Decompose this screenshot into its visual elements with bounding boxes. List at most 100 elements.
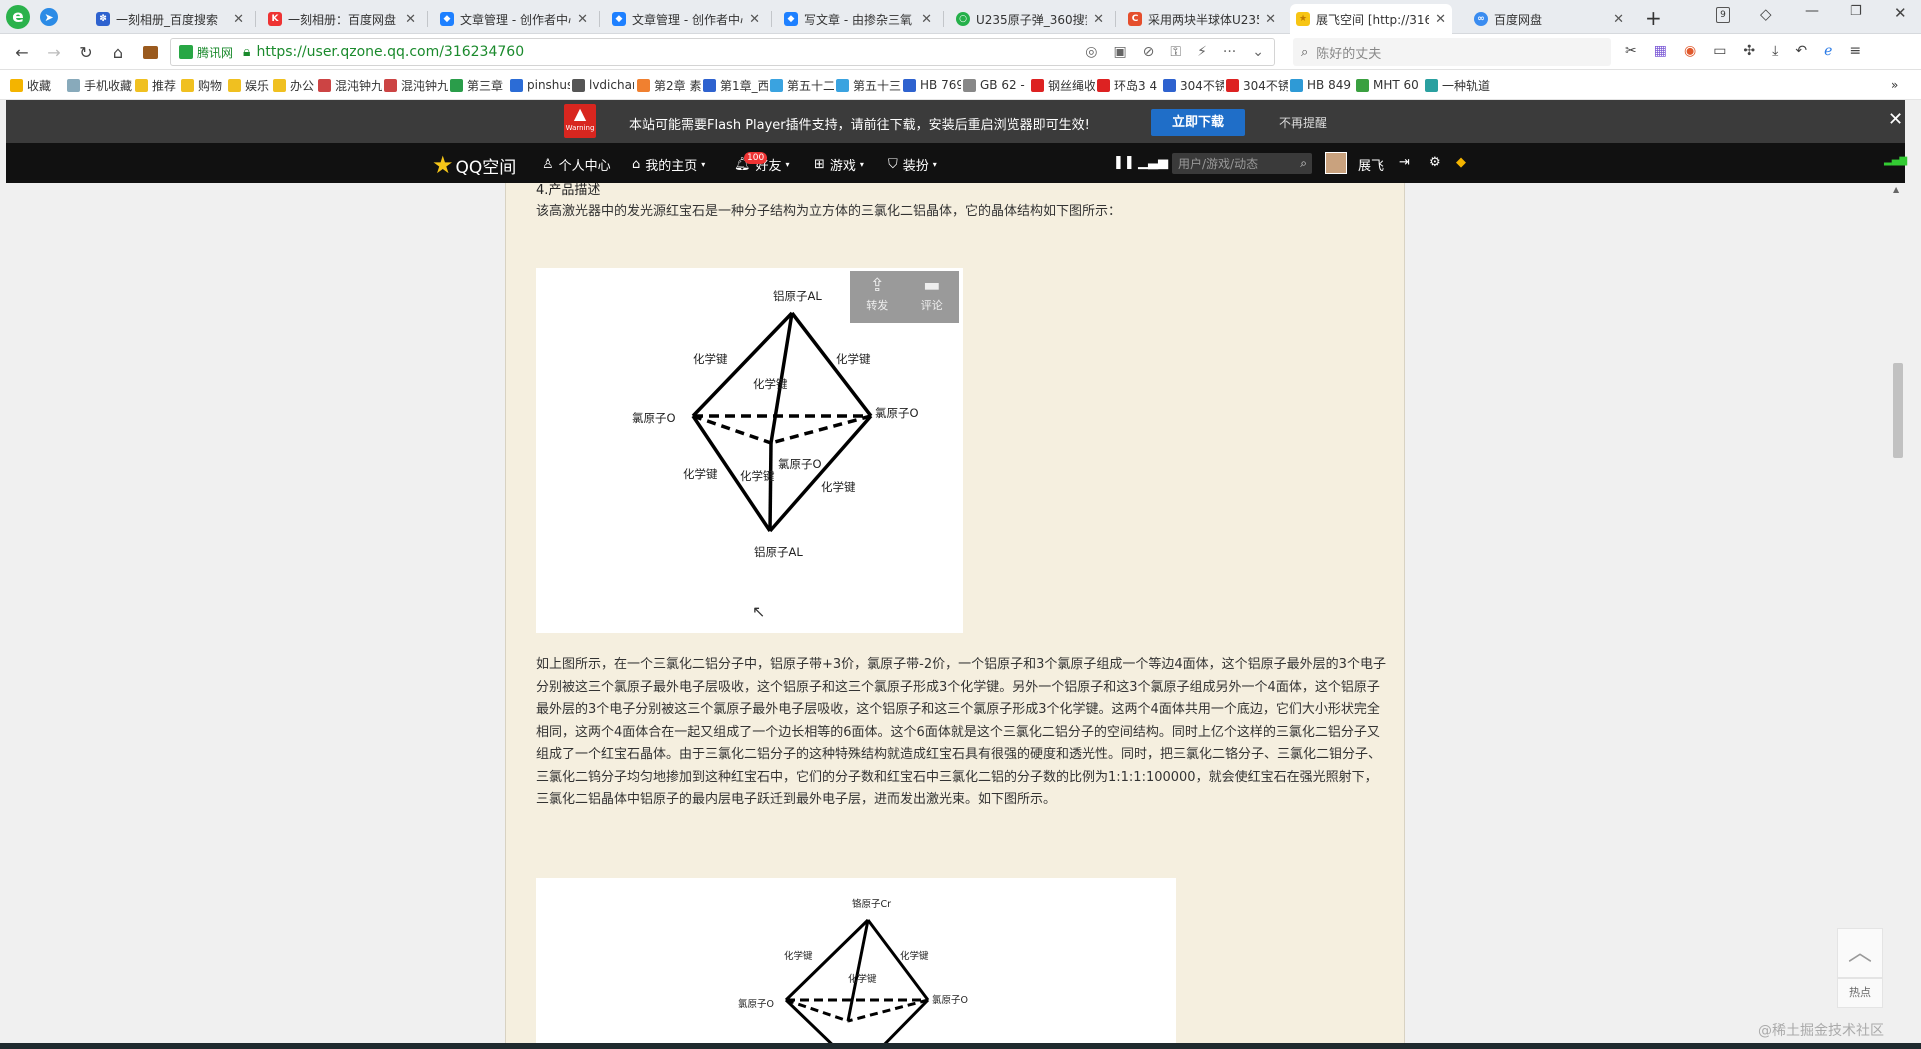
- bookmark-item[interactable]: 娱乐: [228, 76, 272, 94]
- back-icon[interactable]: ←: [12, 42, 32, 62]
- close-icon[interactable]: ✕: [1093, 12, 1104, 27]
- new-tab-icon[interactable]: +: [1645, 6, 1662, 30]
- bookmark-item[interactable]: 混沌钟九: [384, 76, 448, 94]
- vip-diamond-icon[interactable]: ◆: [1456, 155, 1466, 170]
- tab-1[interactable]: ✽ 一刻相册_百度搜索 ✕: [90, 4, 250, 34]
- logout-icon[interactable]: ⇥: [1399, 155, 1410, 170]
- sidebar-icon[interactable]: ▭: [1713, 43, 1726, 59]
- close-icon[interactable]: ✕: [1613, 12, 1624, 27]
- bookmark-item[interactable]: 混沌钟九: [318, 76, 382, 94]
- browser-logo-icon[interactable]: e: [6, 5, 30, 29]
- translate-icon[interactable]: ▦: [1654, 43, 1667, 59]
- tab-9[interactable]: ∞ 百度网盘 ✕: [1468, 4, 1630, 34]
- close-icon[interactable]: ✕: [1435, 12, 1446, 27]
- nav-games[interactable]: ⊞ 游戏 ▾: [814, 155, 864, 174]
- pause-music-icon[interactable]: ❚❚: [1113, 155, 1135, 170]
- bookmark-item[interactable]: pinshus: [510, 76, 570, 94]
- nav-dressup[interactable]: ⛉ 装扮 ▾: [888, 155, 937, 174]
- bookmark-item[interactable]: 购物: [181, 76, 226, 94]
- bookmark-item[interactable]: 304不锈: [1163, 76, 1224, 94]
- user-name[interactable]: 展飞: [1358, 155, 1384, 174]
- vertical-scrollbar[interactable]: ▲: [1891, 183, 1905, 1043]
- back-to-top-button[interactable]: ︿: [1837, 928, 1883, 978]
- hot-button[interactable]: 热点: [1837, 978, 1883, 1008]
- bookmark-item[interactable]: 手机收藏夹: [67, 76, 132, 94]
- url-text[interactable]: https://user.qzone.qq.com/316234760: [256, 44, 524, 60]
- bookmark-item[interactable]: HB 849: [1290, 76, 1354, 94]
- settings-icon[interactable]: ⚙: [1429, 155, 1441, 170]
- share-button[interactable]: ⇪ 转发: [850, 271, 905, 323]
- bookmark-item[interactable]: MHT 60: [1356, 76, 1422, 94]
- more-bookmarks-icon[interactable]: »: [1891, 76, 1898, 94]
- skin-icon[interactable]: ◇: [1760, 5, 1772, 23]
- dismiss-link[interactable]: 不再提醒: [1279, 114, 1327, 131]
- compass-icon[interactable]: ⊘: [1143, 44, 1155, 60]
- window-close-icon[interactable]: ✕: [1894, 4, 1907, 22]
- download-now-button[interactable]: 立即下载: [1151, 109, 1245, 136]
- restore-icon[interactable]: ❐: [1850, 4, 1862, 19]
- game-icon[interactable]: ◉: [1684, 43, 1696, 59]
- undo-icon[interactable]: ↶: [1795, 43, 1807, 59]
- bookmark-item[interactable]: 第三章: [450, 76, 508, 94]
- tab-2[interactable]: K 一刻相册：百度网盘 ✕: [262, 4, 422, 34]
- bookmark-item[interactable]: 推荐: [135, 76, 180, 94]
- close-icon[interactable]: ✕: [749, 12, 760, 27]
- scissors-icon[interactable]: ✂: [1625, 43, 1637, 59]
- target-icon[interactable]: ◎: [1085, 44, 1097, 60]
- qzone-search-input[interactable]: 用户/游戏/动态 ⌕: [1172, 153, 1312, 174]
- bookmark-item[interactable]: 一种轨道: [1425, 76, 1515, 94]
- chromium-structure-diagram[interactable]: 铬原子Cr 氯原子O 氯原子O 化学键 化学键 化学键: [536, 878, 1176, 1043]
- bookmark-item[interactable]: 304不锈: [1226, 76, 1288, 94]
- close-icon[interactable]: ✕: [921, 12, 932, 27]
- bookmark-item[interactable]: 第2章 素: [637, 76, 701, 94]
- tab-count-icon[interactable]: 9: [1716, 7, 1730, 23]
- bookmark-item[interactable]: 第五十二: [770, 76, 834, 94]
- ie-icon[interactable]: ℯ: [1824, 43, 1832, 59]
- tab-7[interactable]: C 采用两块半球体U235 ✕: [1122, 4, 1282, 34]
- url-bar[interactable]: 腾讯网 🔒︎ https://user.qzone.qq.com/3162347…: [170, 38, 1275, 66]
- forward-icon[interactable]: →: [44, 42, 64, 62]
- search-input[interactable]: ⌕ 陈好的丈夫: [1293, 38, 1611, 66]
- nav-personal-center[interactable]: ♙ 个人中心: [542, 155, 611, 174]
- bookmark-item[interactable]: 收藏: [10, 76, 65, 94]
- key-icon[interactable]: ⚿: [1170, 44, 1181, 60]
- tab-4[interactable]: ◆ 文章管理 - 创作者中心 ✕: [606, 4, 766, 34]
- tab-5[interactable]: ◆ 写文章 - 由掺杂三氧 ✕: [778, 4, 938, 34]
- bookmark-item[interactable]: 钢丝绳收: [1031, 76, 1095, 94]
- qzone-logo[interactable]: ★ QQ空间: [432, 151, 516, 179]
- bookmark-item[interactable]: HB 769: [903, 76, 961, 94]
- lightning-icon[interactable]: ⚡︎: [1197, 44, 1207, 60]
- tab-3[interactable]: ◆ 文章管理 - 创作者中心 ✕: [434, 4, 594, 34]
- close-notice-icon[interactable]: ✕: [1888, 109, 1903, 130]
- scrollbar-thumb[interactable]: [1893, 363, 1903, 458]
- bookmark-item[interactable]: 第五十三: [836, 76, 901, 94]
- reload-icon[interactable]: ↻: [76, 42, 96, 62]
- bookmark-item[interactable]: 办公: [273, 76, 317, 94]
- download-icon[interactable]: ⤓: [1772, 43, 1778, 59]
- nav-my-home[interactable]: ⌂ 我的主页 ▾: [632, 155, 705, 174]
- close-icon[interactable]: ✕: [577, 12, 588, 27]
- tab-6[interactable]: ○ U235原子弹_360搜索 ✕: [950, 4, 1110, 34]
- equalizer-icon[interactable]: ▁▃▅: [1138, 155, 1168, 170]
- screenshot-icon[interactable]: ▣: [1113, 44, 1126, 60]
- bookmark-item[interactable]: 环岛3 4: [1097, 76, 1161, 94]
- briefcase-icon[interactable]: [140, 42, 160, 62]
- menu-icon[interactable]: ≡: [1849, 43, 1861, 59]
- avatar[interactable]: [1325, 152, 1347, 174]
- bookmark-item[interactable]: GB 62 -: [963, 76, 1029, 94]
- minimize-icon[interactable]: —: [1805, 3, 1819, 19]
- search-icon[interactable]: ⌕: [1300, 156, 1307, 171]
- crystal-structure-diagram[interactable]: 铝原子AL 铝原子AL 氯原子O 氯原子O 氯原子O 化学键 化学键 化学键 化…: [536, 268, 963, 633]
- bookmark-item[interactable]: 第1章_西: [703, 76, 768, 94]
- tab-8-active[interactable]: ★ 展飞空间 [http://316 ✕: [1290, 4, 1452, 34]
- comment-button[interactable]: ▬ 评论: [905, 271, 960, 323]
- home-icon[interactable]: ⌂: [108, 42, 128, 62]
- chevron-down-icon[interactable]: ⌄: [1252, 44, 1264, 60]
- close-icon[interactable]: ✕: [1265, 12, 1276, 27]
- bookmark-item[interactable]: lvdichar: [572, 76, 634, 94]
- close-icon[interactable]: ✕: [233, 12, 244, 27]
- more-icon[interactable]: ···: [1223, 44, 1236, 60]
- extensions-icon[interactable]: ✣: [1743, 43, 1755, 59]
- close-icon[interactable]: ✕: [405, 12, 416, 27]
- scroll-up-icon[interactable]: ▲: [1893, 185, 1899, 194]
